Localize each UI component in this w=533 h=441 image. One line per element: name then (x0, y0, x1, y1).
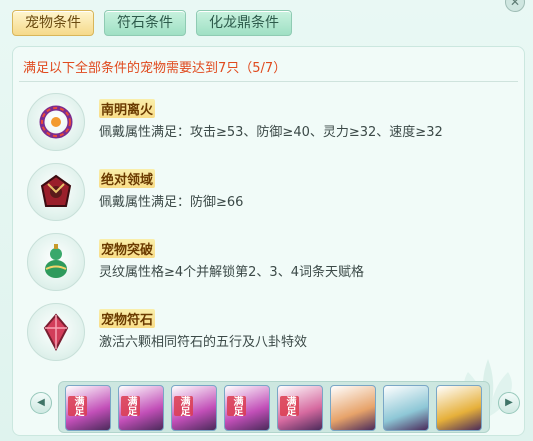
satisfied-badge: 满足 (227, 396, 246, 416)
pink-hair-pet[interactable]: 满足 (65, 385, 111, 431)
pink-hair-pet[interactable]: 满足 (171, 385, 217, 431)
pink-hair-pet[interactable]: 满足 (277, 385, 323, 431)
condition-item: 宠物符石 激活六颗相同符石的五行及八卦特效 (23, 301, 513, 365)
domain-emblem-icon (27, 163, 85, 221)
pet-list: 满足 满足 满足 满足 满足 (58, 381, 490, 433)
golden-phoenix-pet[interactable] (436, 385, 482, 431)
rune-crystal-icon (27, 303, 85, 361)
satisfied-badge: 满足 (68, 396, 87, 416)
cow-pet[interactable] (330, 385, 376, 431)
condition-title: 绝对领域 (99, 169, 156, 188)
tab-dragon-cauldron-conditions[interactable]: 化龙鼎条件 (196, 10, 292, 36)
tab-pet-conditions[interactable]: 宠物条件 (12, 10, 94, 36)
satisfied-badge: 满足 (174, 396, 193, 416)
condition-description: 佩戴属性满足：攻击≥53、防御≥40、灵力≥32、速度≥32 (99, 125, 443, 140)
white-dragon-pet[interactable] (383, 385, 429, 431)
gourd-icon (27, 233, 85, 291)
satisfied-badge: 满足 (121, 396, 140, 416)
condition-tabs: 宠物条件 符石条件 化龙鼎条件 (12, 10, 292, 36)
scroll-right-button[interactable]: ▶ (498, 392, 520, 414)
condition-item: 绝对领域 佩戴属性满足：防御≥66 (23, 161, 513, 225)
condition-item: 南明离火 佩戴属性满足：攻击≥53、防御≥40、灵力≥32、速度≥32 (23, 91, 513, 155)
condition-item: 宠物突破 灵纹属性格≥4个并解锁第2、3、4词条天赋格 (23, 231, 513, 295)
close-icon[interactable]: ✕ (505, 0, 525, 12)
scroll-left-button[interactable]: ◀ (30, 392, 52, 414)
pet-condition-window: ✕ 宠物条件 符石条件 化龙鼎条件 满足以下全部条件的宠物需要达到7只（5/7）… (0, 0, 533, 441)
divider (19, 81, 518, 82)
condition-title: 宠物突破 (99, 239, 156, 258)
condition-description: 灵纹属性格≥4个并解锁第2、3、4词条天赋格 (99, 265, 364, 280)
tab-rune-conditions[interactable]: 符石条件 (104, 10, 186, 36)
satisfied-badge: 满足 (280, 396, 299, 416)
condition-description: 激活六颗相同符石的五行及八卦特效 (99, 335, 308, 350)
pet-strip: ◀ 满足 满足 满足 满足 满足 ▶ (12, 378, 523, 433)
pink-hair-pet[interactable]: 满足 (118, 385, 164, 431)
requirement-text: 满足以下全部条件的宠物需要达到7只（5/7） (23, 61, 287, 76)
condition-title: 宠物符石 (99, 309, 156, 328)
condition-title: 南明离火 (99, 99, 156, 118)
flame-ring-icon (27, 93, 85, 151)
condition-description: 佩戴属性满足：防御≥66 (99, 195, 244, 210)
pink-hair-pet[interactable]: 满足 (224, 385, 270, 431)
